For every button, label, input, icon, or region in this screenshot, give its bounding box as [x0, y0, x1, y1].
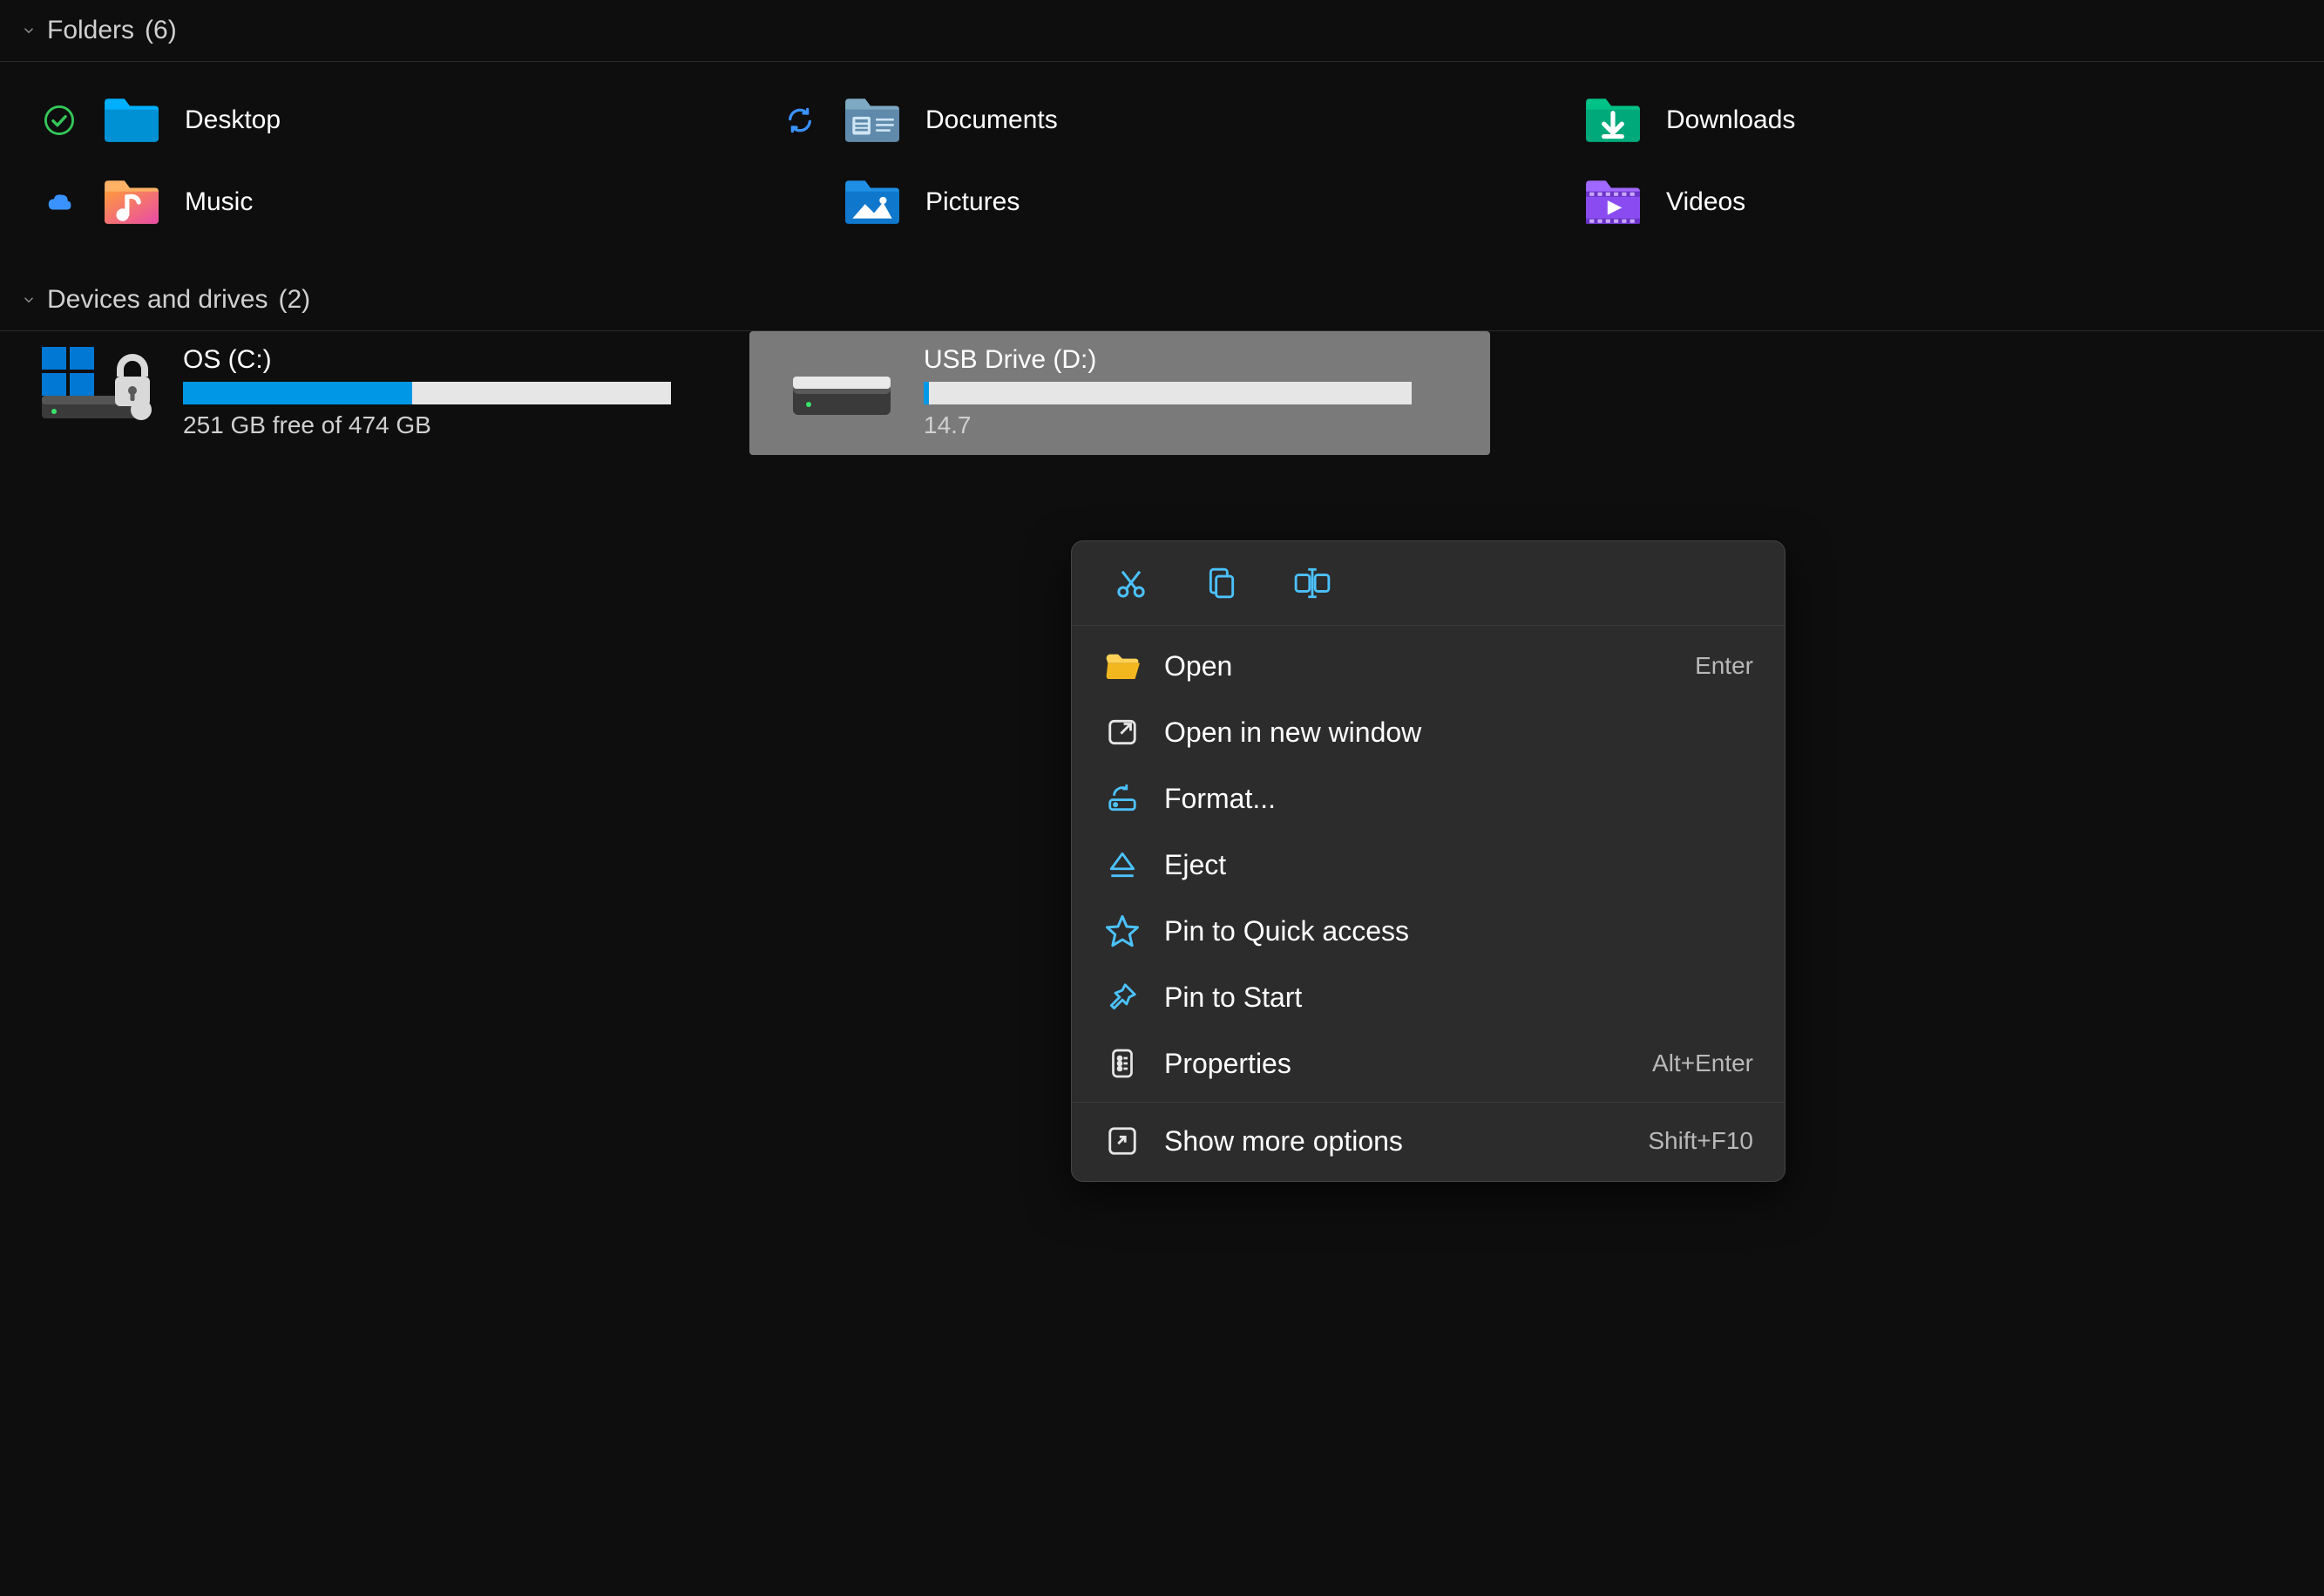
ctx-label: Open: [1164, 650, 1672, 683]
folder-item-videos[interactable]: Videos: [1490, 161, 2231, 243]
ctx-pin-to-start[interactable]: Pin to Start: [1072, 964, 1785, 1030]
sync-icon: [786, 106, 814, 134]
ctx-pin-quick-access[interactable]: Pin to Quick access: [1072, 898, 1785, 964]
folder-label: Videos: [1666, 187, 1745, 217]
drive-name: USB Drive (D:): [924, 345, 1473, 375]
music-folder-icon: [103, 179, 160, 226]
open-new-window-icon: [1106, 716, 1139, 749]
chevron-down-icon: [21, 23, 37, 38]
star-icon: [1105, 913, 1140, 948]
context-menu: Open Enter Open in new window: [1071, 540, 1785, 1182]
desktop-folder-icon: [103, 97, 160, 144]
chevron-down-icon: [21, 292, 37, 308]
synced-icon: [44, 105, 74, 135]
storage-bar: [924, 382, 1412, 404]
ctx-format[interactable]: Format...: [1072, 765, 1785, 832]
open-icon: [1105, 651, 1140, 681]
drive-subtext: 14.7: [924, 411, 1473, 439]
folders-section-header[interactable]: Folders (6): [0, 0, 2324, 62]
cut-icon: [1114, 566, 1148, 601]
documents-folder-icon: [844, 97, 901, 144]
drives-section-header[interactable]: Devices and drives (2): [0, 269, 2324, 331]
cloud-icon: [46, 193, 72, 212]
ctx-eject[interactable]: Eject: [1072, 832, 1785, 898]
ctx-shortcut: Shift+F10: [1648, 1127, 1753, 1155]
copy-icon: [1205, 566, 1238, 601]
drives-row: OS (C:) 251 GB free of 474 GB USB Drive …: [0, 331, 2324, 455]
downloads-folder-icon: [1584, 97, 1642, 144]
format-icon: [1106, 782, 1139, 815]
ctx-label: Open in new window: [1164, 717, 1731, 749]
ctx-shortcut: Enter: [1695, 652, 1753, 680]
folder-label: Downloads: [1666, 105, 1795, 135]
folder-label: Pictures: [925, 187, 1020, 217]
section-count: (6): [145, 16, 177, 45]
folder-item-downloads[interactable]: Downloads: [1490, 79, 2231, 161]
ctx-label: Show more options: [1164, 1125, 1625, 1158]
pin-icon: [1106, 981, 1139, 1014]
folder-item-documents[interactable]: Documents: [749, 79, 1490, 161]
rename-button[interactable]: [1293, 564, 1331, 602]
pictures-folder-icon: [844, 179, 901, 226]
copy-button[interactable]: [1203, 564, 1241, 602]
storage-bar: [183, 382, 671, 404]
context-separator: [1072, 1102, 1785, 1103]
show-more-icon: [1106, 1124, 1139, 1158]
drive-subtext: 251 GB free of 474 GB: [183, 411, 732, 439]
section-title: Folders: [47, 16, 134, 45]
folders-grid: Desktop Documents: [0, 62, 2324, 269]
folder-label: Desktop: [185, 105, 281, 135]
context-menu-list: Open Enter Open in new window: [1072, 626, 1785, 1181]
ctx-label: Properties: [1164, 1048, 1630, 1080]
eject-icon: [1106, 848, 1139, 881]
folder-item-music[interactable]: Music: [9, 161, 749, 243]
usb-drive-icon: [781, 345, 903, 424]
context-toolbar: [1072, 541, 1785, 626]
ctx-label: Pin to Start: [1164, 981, 1731, 1014]
cut-button[interactable]: [1112, 564, 1150, 602]
drive-name: OS (C:): [183, 345, 732, 375]
ctx-open-new-window[interactable]: Open in new window: [1072, 699, 1785, 765]
ctx-shortcut: Alt+Enter: [1652, 1049, 1753, 1077]
ctx-open[interactable]: Open Enter: [1072, 633, 1785, 699]
storage-fill: [924, 382, 929, 404]
drive-item-usb-d[interactable]: USB Drive (D:) 14.7: [749, 331, 1490, 455]
properties-icon: [1107, 1046, 1138, 1081]
ctx-show-more-options[interactable]: Show more options Shift+F10: [1072, 1108, 1785, 1174]
ctx-label: Eject: [1164, 849, 1731, 881]
section-title: Devices and drives: [47, 285, 268, 315]
os-drive-icon: [40, 345, 162, 424]
section-count: (2): [278, 285, 310, 315]
folder-label: Music: [185, 187, 253, 217]
videos-folder-icon: [1584, 179, 1642, 226]
drive-item-os-c[interactable]: OS (C:) 251 GB free of 474 GB: [9, 331, 749, 455]
ctx-label: Pin to Quick access: [1164, 915, 1731, 947]
rename-icon: [1293, 566, 1331, 601]
ctx-label: Format...: [1164, 783, 1731, 815]
folder-item-desktop[interactable]: Desktop: [9, 79, 749, 161]
storage-fill: [183, 382, 412, 404]
folder-item-pictures[interactable]: Pictures: [749, 161, 1490, 243]
folder-label: Documents: [925, 105, 1058, 135]
ctx-properties[interactable]: Properties Alt+Enter: [1072, 1030, 1785, 1097]
